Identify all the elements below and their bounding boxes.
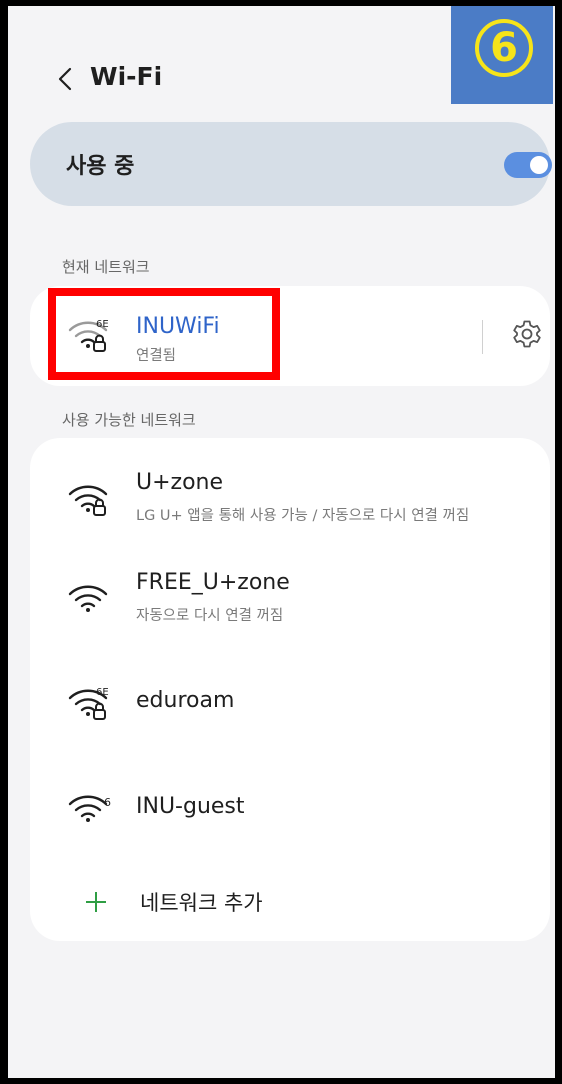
wifi-master-toggle-row[interactable]: 사용 중 bbox=[30, 122, 552, 206]
network-row-uplus-zone[interactable]: U+zone LG U+ 앱을 통해 사용 가능 / 자동으로 다시 연결 꺼짐 bbox=[30, 456, 550, 542]
add-network-label: 네트워크 추가 bbox=[140, 891, 263, 915]
network-name: U+zone bbox=[136, 470, 224, 495]
wifi-switch[interactable] bbox=[504, 152, 552, 178]
wifi-icon bbox=[68, 585, 108, 612]
wifi-secured-6e-icon: 6E bbox=[68, 687, 109, 720]
step-badge: 6 bbox=[451, 6, 553, 104]
plus-icon bbox=[86, 892, 106, 912]
page-title: Wi-Fi bbox=[90, 62, 163, 91]
switch-knob bbox=[530, 156, 548, 174]
network-subtitle: 자동으로 다시 연결 꺼짐 bbox=[136, 608, 284, 624]
current-network-header: 현재 네트워크 bbox=[62, 258, 150, 276]
network-row-inu-guest[interactable]: 6 INU-guest bbox=[30, 766, 550, 852]
add-network-button[interactable]: 네트워크 추가 bbox=[30, 878, 550, 938]
available-networks-header: 사용 가능한 네트워크 bbox=[62, 411, 196, 429]
current-network-row[interactable]: 6E INUWiFi 연결됨 bbox=[30, 286, 550, 386]
header: Wi-Fi 6 bbox=[8, 6, 555, 124]
wifi-secured-icon bbox=[68, 485, 108, 516]
available-networks-card: U+zone LG U+ 앱을 통해 사용 가능 / 자동으로 다시 연결 꺼짐… bbox=[30, 438, 550, 941]
network-row-eduroam[interactable]: 6E eduroam bbox=[30, 660, 550, 746]
current-network-card: 6E INUWiFi 연결됨 bbox=[30, 286, 550, 386]
svg-text:6E: 6E bbox=[96, 319, 109, 330]
divider bbox=[482, 320, 483, 354]
master-toggle-label: 사용 중 bbox=[66, 154, 135, 179]
network-subtitle: LG U+ 앱을 통해 사용 가능 / 자동으로 다시 연결 꺼짐 bbox=[136, 508, 470, 524]
network-name: FREE_U+zone bbox=[136, 570, 290, 595]
network-status: 연결됨 bbox=[136, 348, 177, 364]
network-name: INU-guest bbox=[136, 794, 245, 819]
wifi-settings-screen: Wi-Fi 6 사용 중 현재 네트워크 6E INUWiFi 연결됨 사용 가… bbox=[8, 6, 555, 1078]
network-row-free-uplus-zone[interactable]: FREE_U+zone 자동으로 다시 연결 꺼짐 bbox=[30, 556, 550, 642]
chevron-left-icon bbox=[58, 67, 72, 91]
svg-text:6: 6 bbox=[104, 796, 111, 809]
network-name: INUWiFi bbox=[136, 314, 220, 339]
network-name: eduroam bbox=[136, 688, 235, 713]
gear-icon[interactable] bbox=[510, 317, 544, 351]
back-button[interactable] bbox=[52, 64, 80, 94]
step-number: 6 bbox=[475, 19, 533, 77]
wifi-6-icon: 6 bbox=[68, 795, 111, 822]
svg-text:6E: 6E bbox=[96, 687, 109, 698]
wifi-secured-6e-icon: 6E bbox=[68, 319, 109, 352]
